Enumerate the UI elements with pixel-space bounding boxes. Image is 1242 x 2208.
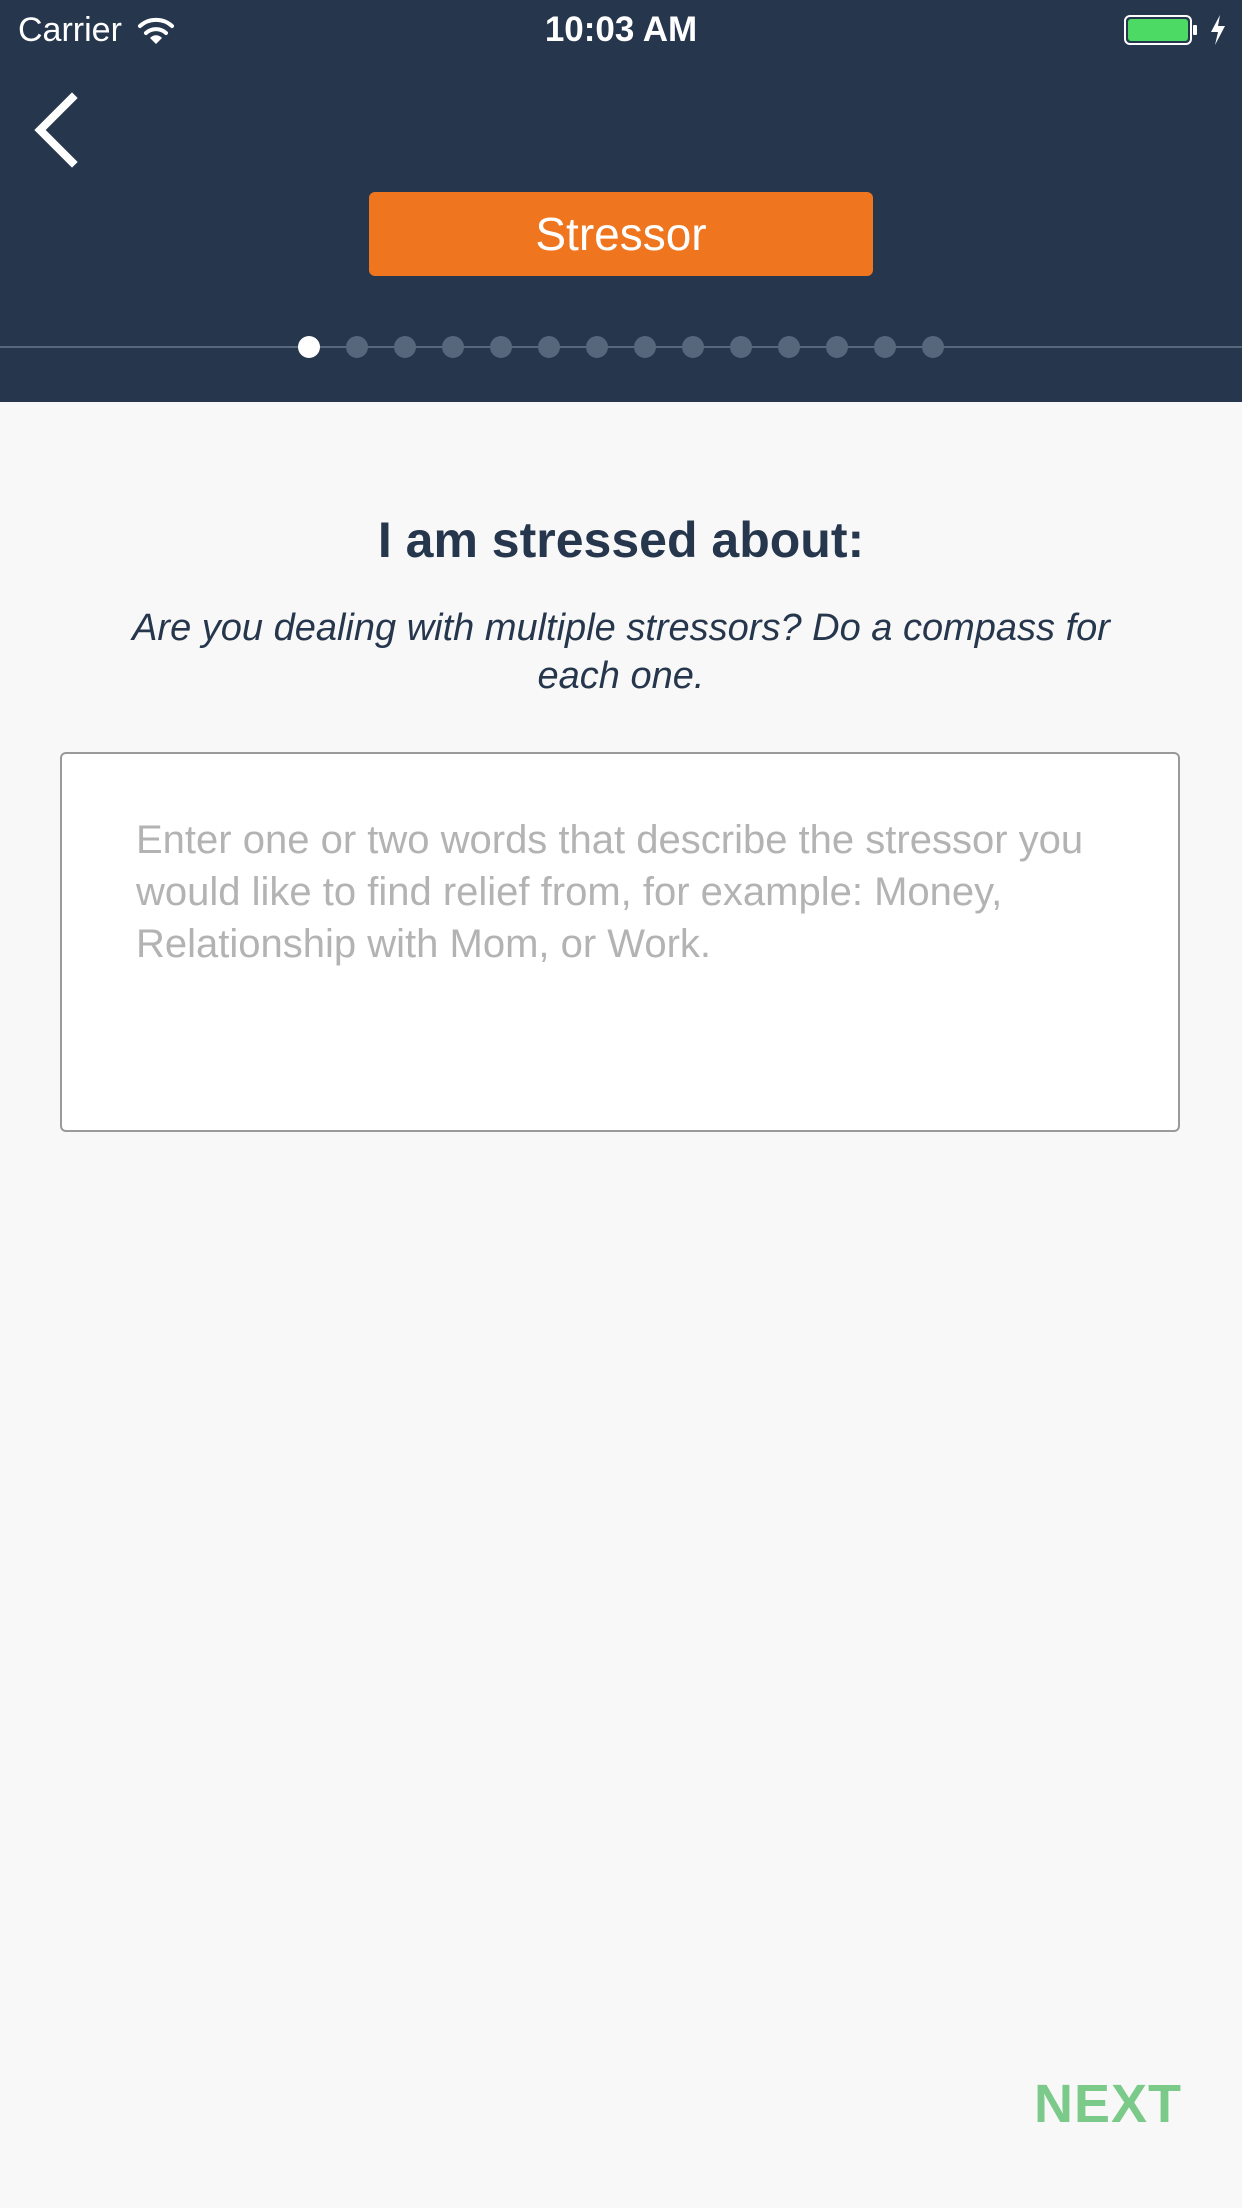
stressor-input[interactable]: [136, 814, 1136, 1094]
progress-dot: [490, 336, 512, 358]
progress-dot-active: [298, 336, 320, 358]
progress-dot: [730, 336, 752, 358]
progress-dot: [538, 336, 560, 358]
next-button[interactable]: NEXT: [1034, 2074, 1182, 2134]
status-bar: Carrier 10:03 AM: [0, 0, 1242, 60]
charging-bolt-icon: [1208, 14, 1228, 46]
stressor-input-container[interactable]: [60, 752, 1180, 1132]
stressor-badge: Stressor: [369, 192, 873, 276]
status-time: 10:03 AM: [544, 10, 698, 49]
progress-dot: [442, 336, 464, 358]
progress-dot: [346, 336, 368, 358]
battery-group: [1124, 14, 1228, 46]
back-button[interactable]: [28, 90, 88, 170]
progress-dot: [586, 336, 608, 358]
battery-icon: [1124, 14, 1198, 46]
progress-dot: [826, 336, 848, 358]
hint-text: Are you dealing with multiple stressors?…: [132, 607, 1110, 697]
chevron-left-icon: [28, 92, 88, 174]
header: Carrier 10:03 AM Stressor: [0, 0, 1242, 402]
progress-dot: [874, 336, 896, 358]
question-heading: I am stressed about:: [377, 512, 865, 568]
progress-indicator: [298, 336, 944, 358]
progress-dot: [778, 336, 800, 358]
progress-dot: [922, 336, 944, 358]
progress-dot: [634, 336, 656, 358]
progress-dot: [394, 336, 416, 358]
progress-dot: [682, 336, 704, 358]
